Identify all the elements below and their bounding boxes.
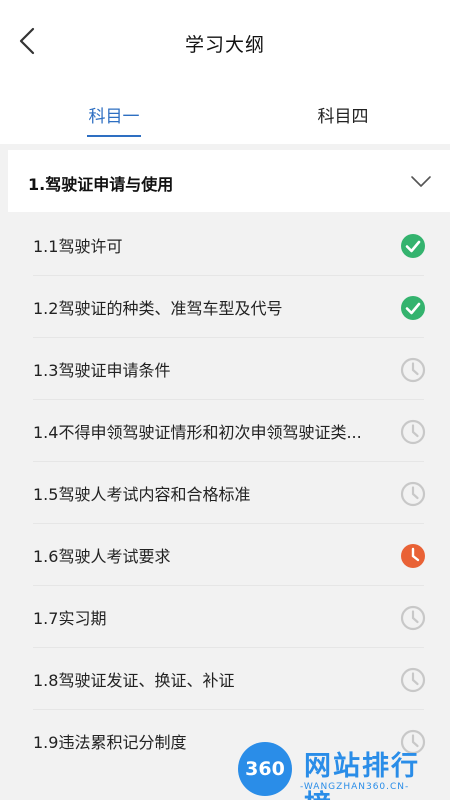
check-circle-icon [401,296,425,320]
list-item[interactable]: 1.4不得申领驾驶证情形和初次申领驾驶证类... [16,400,450,462]
list-item-label: 1.6驾驶人考试要求 [33,547,171,566]
top-bar: 学习大纲 [0,0,450,88]
clock-icon [400,667,426,693]
list-item[interactable]: 1.6驾驶人考试要求 [16,524,450,586]
subject-tabs: 科目一 科目四 [0,88,450,144]
section-title: 1.驾驶证申请与使用 [28,175,174,194]
clock-active-icon [401,544,425,568]
syllabus-content: 1.驾驶证申请与使用 1.1驾驶许可 1.2驾驶证的种类、准驾车型及代号 1.3驾驶… [0,144,450,800]
page-title: 学习大纲 [184,34,265,56]
list-item-label: 1.2驾驶证的种类、准驾车型及代号 [33,299,283,318]
watermark-subtitle: -WANGZHAN360.CN- [300,782,410,792]
tab-label: 科目四 [317,107,369,127]
list-item-label: 1.7实习期 [33,609,107,628]
clock-icon [400,481,426,507]
tab-subject-four[interactable]: 科目四 [283,102,403,127]
watermark-logo: 360 [238,742,292,796]
list-item[interactable]: 1.3驾驶证申请条件 [16,338,450,400]
active-tab-indicator [87,135,141,137]
clock-icon [400,419,426,445]
watermark: 360 网站排行榜 -WANGZHAN360.CN- [238,738,448,800]
clock-icon [400,605,426,631]
list-item[interactable]: 1.7实习期 [16,586,450,648]
watermark-badge: 360 [245,758,285,780]
clock-icon [400,357,426,383]
chapter-list: 1.1驾驶许可 1.2驾驶证的种类、准驾车型及代号 1.3驾驶证申请条件 1.4不得申… [16,214,450,772]
list-item-label: 1.5驾驶人考试内容和合格标准 [33,485,251,504]
chevron-down-icon [411,176,431,187]
list-item[interactable]: 1.8驾驶证发证、换证、补证 [16,648,450,710]
list-item-label: 1.4不得申领驾驶证情形和初次申领驾驶证类... [33,423,362,442]
section-header[interactable]: 1.驾驶证申请与使用 [8,150,450,212]
list-item[interactable]: 1.5驾驶人考试内容和合格标准 [16,462,450,524]
check-circle-icon [401,234,425,258]
tab-subject-one[interactable]: 科目一 [54,102,174,137]
list-item-label: 1.8驾驶证发证、换证、补证 [33,671,235,690]
list-item-label: 1.3驾驶证申请条件 [33,361,171,380]
list-item[interactable]: 1.1驾驶许可 [16,214,450,276]
tab-label: 科目一 [88,107,140,127]
list-item[interactable]: 1.2驾驶证的种类、准驾车型及代号 [16,276,450,338]
list-item-label: 1.1驾驶许可 [33,237,123,256]
